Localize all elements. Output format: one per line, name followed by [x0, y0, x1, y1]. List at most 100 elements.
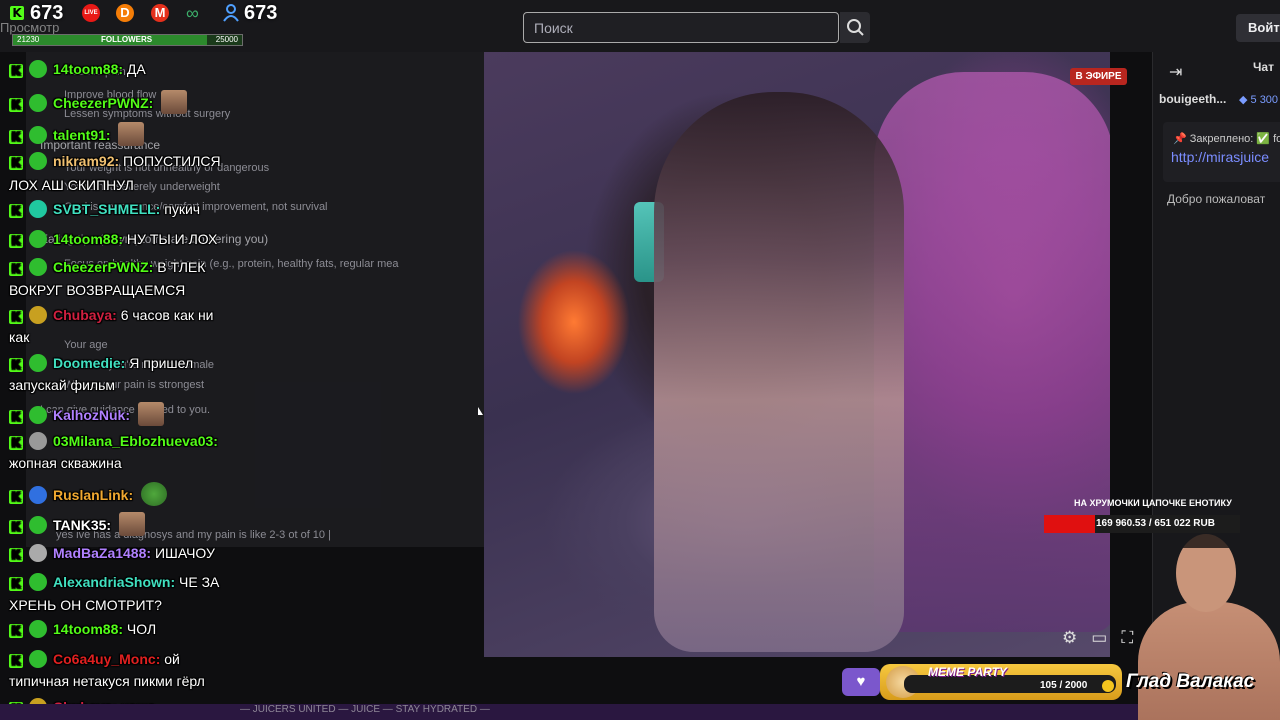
streamer-figure: [654, 92, 904, 652]
user-icon: [223, 4, 239, 22]
coin-icon: [1102, 680, 1114, 692]
chat-emote-icon: [118, 122, 145, 146]
streamer-name: Глад Валакас: [1126, 671, 1255, 692]
chat-message: K RuslanLink:: [9, 482, 168, 506]
chat-message: K 14toom88: ЧОЛ: [9, 620, 156, 638]
meme-party-count: 105 / 2000: [1040, 680, 1088, 691]
streamer-body: [1138, 602, 1280, 720]
subscriber-badge-icon: [29, 152, 47, 170]
followers-goal: 25000: [215, 35, 238, 44]
chat-username[interactable]: TANK35:: [53, 517, 111, 533]
chat-text: пукич: [164, 201, 201, 217]
settings-icon[interactable]: ⚙: [1062, 628, 1077, 648]
kick-icon: K: [9, 410, 23, 424]
welcome-text: Добро пожаловат: [1167, 192, 1266, 206]
chat-username[interactable]: MadBaZa1488:: [53, 545, 151, 561]
kick-icon: K: [9, 577, 23, 591]
kick-icon: K: [9, 64, 23, 78]
chat-username[interactable]: talent91:: [53, 127, 111, 143]
kick-icon: K: [9, 130, 23, 144]
kick-icon: K: [9, 654, 23, 668]
chat-message: K AlexandriaShown: ЧЕ ЗА: [9, 573, 219, 591]
subscriber-badge-icon: [29, 432, 47, 450]
chat-text: ДА: [126, 61, 146, 77]
pinned-link[interactable]: http://mirasjuice: [1171, 149, 1269, 165]
live-viewers: 673: [222, 2, 277, 24]
chat-username[interactable]: 14toom88:: [53, 231, 123, 247]
chat-username[interactable]: 14toom88:: [53, 61, 123, 77]
chat-username[interactable]: RuslanLink:: [53, 487, 133, 503]
chat-text: ВОКРУГ ВОЗВРАЩАЕМСЯ: [9, 282, 186, 298]
kick-icon: K: [10, 6, 24, 20]
subscriber-badge-icon: [29, 258, 47, 276]
ticker-text: — JUICERS UNITED — JUICE — STAY HYDRATED…: [240, 704, 490, 715]
kick-viewers: K 673: [10, 2, 63, 24]
chat-emote-icon: [137, 402, 164, 426]
login-button[interactable]: Войт: [1236, 14, 1280, 42]
kick-icon: K: [9, 234, 23, 248]
chat-text: ЛОХ АШ СКИПНУЛ: [9, 177, 134, 193]
followers-label: FOLLOWERS: [101, 35, 153, 44]
kick-icon: K: [9, 262, 23, 276]
chat-username[interactable]: AlexandriaShown:: [53, 574, 175, 590]
fullscreen-icon[interactable]: ⛶: [1121, 628, 1133, 648]
infinity-icon: ∞: [186, 2, 199, 23]
chat-username[interactable]: Doomedie:: [53, 355, 125, 371]
subscriber-badge-icon: [29, 573, 47, 591]
subscriber-badge-icon: [29, 60, 47, 78]
top-supporter-name[interactable]: bouigeeth...: [1159, 92, 1226, 106]
kick-icon: K: [9, 490, 23, 504]
top-supporter-points: ◆ 5 300: [1239, 94, 1279, 106]
chat-username[interactable]: CheezerPWNZ:: [53, 95, 153, 111]
bottom-ticker-strip: [0, 704, 1280, 720]
chat-text: В ТЛЕК: [157, 259, 206, 275]
subscriber-badge-icon: [29, 230, 47, 248]
chat-message-continuation: ХРЕНЬ ОН СМОТРИТ?: [9, 596, 162, 614]
pinned-message[interactable]: 📌 Закреплено: ✅ fo http://mirasjuice: [1163, 122, 1280, 182]
chat-text: ХРЕНЬ ОН СМОТРИТ?: [9, 597, 162, 613]
subscriber-badge-icon: [29, 486, 47, 504]
follow-button[interactable]: ♥: [842, 668, 880, 696]
kick-icon: K: [9, 548, 23, 562]
meme-party-title: MEME PARTY: [928, 665, 1007, 679]
kick-icon: K: [9, 358, 23, 372]
chat-message: K 14toom88: НУ ТЫ И ЛОХ: [9, 230, 217, 248]
chat-text: ой: [164, 651, 180, 667]
chat-tab[interactable]: Чат: [1253, 60, 1274, 74]
subscriber-badge-icon: [29, 200, 47, 218]
search-button[interactable]: [840, 12, 870, 43]
chat-text: ПОПУСТИЛСЯ: [123, 153, 221, 169]
chat-message: K TANK35:: [9, 512, 145, 536]
chat-username[interactable]: Co6a4uy_Monc:: [53, 651, 160, 667]
chat-message-continuation: типичная нетакуся пикми гёрл: [9, 672, 205, 690]
kick-icon: K: [9, 204, 23, 218]
kick-icon: K: [9, 624, 23, 638]
search-input[interactable]: Поиск: [523, 12, 839, 43]
infinity: ∞: [186, 2, 199, 24]
pinned-label: 📌 Закреплено: ✅ fo: [1173, 133, 1280, 145]
diamond-icon: ◆: [1239, 94, 1251, 106]
chat-message: K CheezerPWNZ: В ТЛЕК: [9, 258, 205, 276]
chat-message: K Doomedie: Я пришел: [9, 354, 193, 372]
chat-username[interactable]: nikram92:: [53, 153, 119, 169]
chat-username[interactable]: 03Milana_Eblozhueva03:: [53, 433, 218, 449]
chat-message-continuation: как: [9, 328, 29, 346]
chat-username[interactable]: SVBT_SHMELL:: [53, 201, 160, 217]
chat-text: типичная нетакуся пикми гёрл: [9, 673, 205, 689]
chat-username[interactable]: CheezerPWNZ:: [53, 259, 153, 275]
chat-message: K 14toom88: ДА: [9, 60, 146, 78]
video-player[interactable]: [484, 52, 1110, 657]
chat-message: Ktalent91:: [9, 122, 145, 146]
collapse-chat-icon[interactable]: ⇥: [1169, 62, 1182, 82]
chat-message: K Chubaya: 6 часов как ни: [9, 306, 214, 324]
chat-username[interactable]: 14toom88:: [53, 621, 123, 637]
donation-alerts-icon: D: [116, 4, 134, 22]
chat-message-continuation: жопная скважина: [9, 454, 122, 472]
chat-text: запускай фильм: [9, 377, 115, 393]
theatre-mode-icon[interactable]: ▭: [1091, 628, 1107, 648]
gaming-chair: [874, 72, 1110, 632]
chat-username[interactable]: Chubaya:: [53, 307, 117, 323]
subscriber-badge-icon: [29, 544, 47, 562]
chat-username[interactable]: KalhozNuk:: [53, 407, 130, 423]
search-icon: [847, 19, 864, 36]
